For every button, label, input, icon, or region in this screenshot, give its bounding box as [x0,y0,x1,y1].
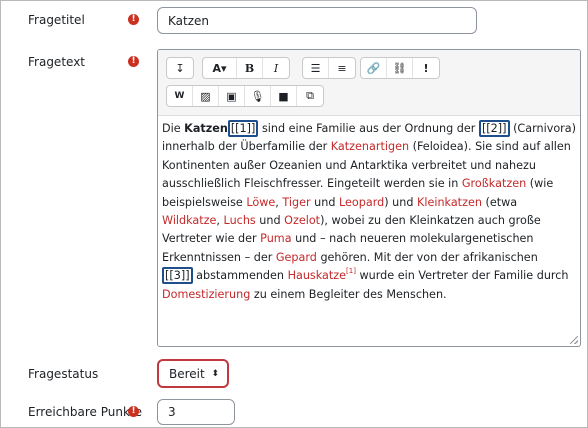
editor-toolbar: ↧ A▾ B I ☰ ≡ 🔗 ⛓ ! W ▨ ▣ 🎙 ■ ⧉ [158,50,580,116]
text-run: und [310,195,340,209]
toolbar-group-format: A▾ B I [202,57,290,79]
link-icon[interactable]: 🔗 [361,58,387,78]
text-link[interactable]: Großkatzen [462,177,526,190]
question-status-select[interactable]: Bereit ⬍ [157,359,229,388]
resize-handle-icon[interactable] [570,336,578,344]
text-run: Die [162,122,185,135]
microphone-icon[interactable]: 🎙 [245,86,271,106]
exclamation-icon[interactable]: ! [413,58,439,78]
question-text-editor[interactable]: ↧ A▾ B I ☰ ≡ 🔗 ⛓ ! W ▨ ▣ 🎙 ■ ⧉ Die Katze… [157,49,581,347]
required-icon: ! [128,406,139,417]
image-icon[interactable]: ▨ [193,86,219,106]
text-run: (etwa [481,195,518,209]
unlink-icon[interactable]: ⛓ [387,58,413,78]
wiris-icon[interactable]: W [167,86,193,106]
toolbar-group-lists: ☰ ≡ [302,57,356,79]
toolbar-group-collapse: ↧ [166,57,194,79]
text-link[interactable]: Domestizierung [162,288,250,301]
text-link[interactable]: Löwe [246,196,275,209]
text-link[interactable]: Gepard [276,251,317,264]
text-link[interactable]: Hauskatze [288,269,346,282]
question-status-label: Fragestatus [28,367,99,381]
toolbar-group-media: W ▨ ▣ 🎙 ■ ⧉ [166,85,324,107]
text-link[interactable]: Wildkatze [162,214,216,227]
text-run: ) und [384,195,418,209]
editor-content[interactable]: Die Katzen [[1]] sind eine Familie aus de… [162,120,578,304]
question-status-value: Bereit [169,366,205,381]
text-run: und [255,214,285,228]
text-run: sind eine Familie aus der Ordnung der [258,122,479,135]
font-icon[interactable]: A▾ [203,58,237,78]
gap-marker-2: [[2]] [478,120,510,137]
question-title-label: Fragetitel [28,13,85,27]
text-link[interactable]: Kleinkatzen [417,196,482,209]
italic-icon[interactable]: I [263,58,289,78]
text-bold: Katzen [184,122,228,135]
ordered-list-icon[interactable]: ≡ [329,58,355,78]
text-run: zu einem Begleiter des Menschen. [250,287,447,301]
gap-marker-1: [[1]] [227,120,259,137]
text-link[interactable]: Tiger [282,196,310,209]
footnote-ref[interactable]: [1] [346,267,356,275]
toolbar-group-links: 🔗 ⛓ ! [360,57,440,79]
text-run: gehören. Mit der von der afrikanischen [316,250,538,264]
text-link[interactable]: Leopard [339,196,384,209]
text-link[interactable]: Katzenartigen [331,140,409,153]
text-run: , [216,214,224,228]
updown-chevron-icon: ⬍ [211,368,219,379]
text-link[interactable]: Luchs [224,214,256,227]
bold-icon[interactable]: B [237,58,263,78]
max-points-label: Erreichbare Punkte [28,405,143,419]
required-icon: ! [128,56,139,67]
text-link[interactable]: Ozelot [284,214,320,227]
text-link[interactable]: Puma [260,232,291,245]
copy-icon[interactable]: ⧉ [297,86,323,106]
video-icon[interactable]: ■ [271,86,297,106]
question-title-input[interactable]: Katzen [157,7,477,34]
unordered-list-icon[interactable]: ☰ [303,58,329,78]
gap-marker-3: [[3]] [162,267,193,285]
question-text-label: Fragetext [28,55,85,69]
collapse-icon[interactable]: ↧ [167,58,193,78]
text-run: abstammenden [192,269,288,283]
text-run: wurde ein Vertreter der Familie durch [355,269,569,283]
media-icon[interactable]: ▣ [219,86,245,106]
required-icon: ! [128,14,139,25]
max-points-input[interactable]: 3 [157,399,235,425]
